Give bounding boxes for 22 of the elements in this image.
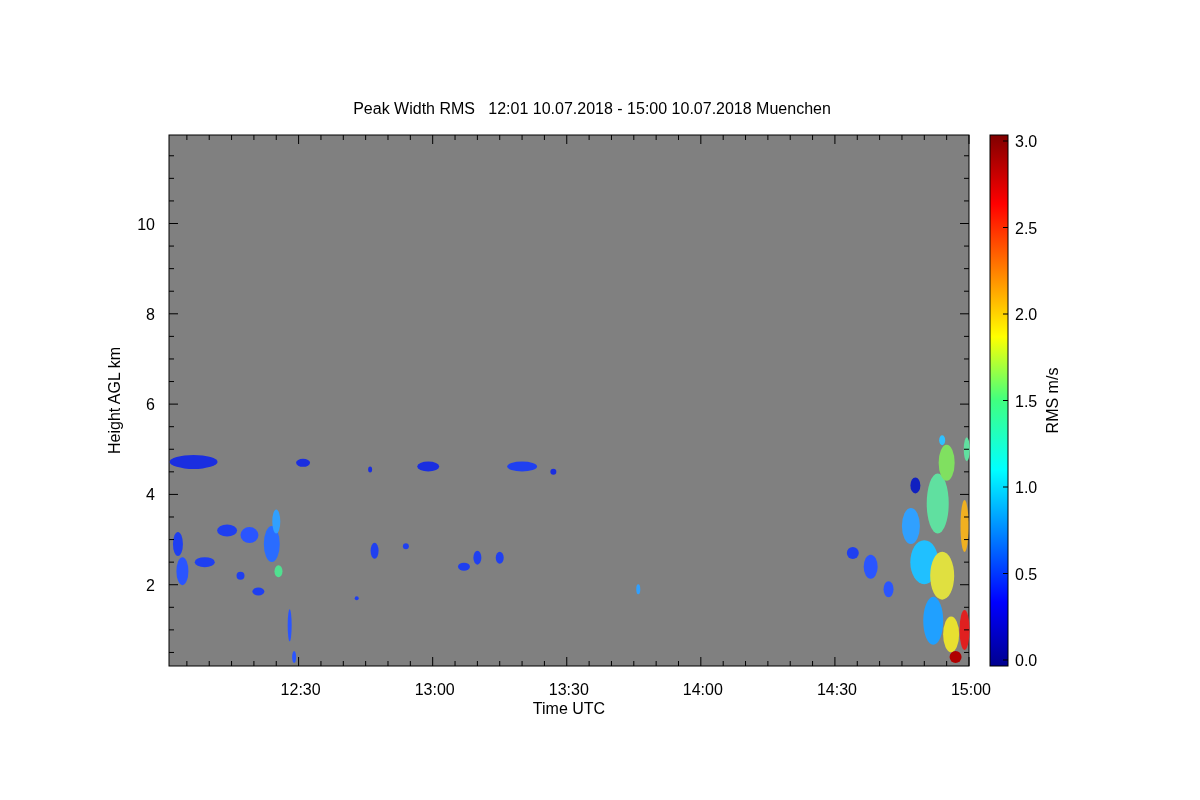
chart-title: Peak Width RMS 12:01 10.07.2018 - 15:00 10.07.2018 Muenchen: [353, 100, 831, 117]
colorbar-tick-label: 3.0: [1015, 133, 1038, 150]
y-tick-label: 8: [146, 305, 155, 323]
colorbar-tick-label: 1.5: [1015, 392, 1038, 410]
colorbar-tick-label: 2.0: [1015, 306, 1038, 323]
x-tick-label: 13:00: [414, 681, 455, 698]
x-tick-label: 12:30: [280, 681, 321, 698]
colorbar-tick-label: 0.0: [1015, 652, 1038, 669]
colorbar-tick-label: 1.0: [1015, 479, 1038, 496]
y-tick-label: 4: [146, 486, 155, 504]
y-tick-label: 6: [146, 396, 155, 414]
x-tick-label: 15:00: [951, 681, 991, 698]
x-axis-label: Time UTC: [532, 700, 606, 717]
colorbar-label: RMS m/s: [1044, 367, 1061, 434]
y-axis-label: Height AGL km: [106, 347, 123, 454]
x-tick-label: 14:00: [682, 681, 723, 698]
colorbar-tick-label: 0.5: [1015, 565, 1038, 583]
y-tick-label: 2: [146, 576, 155, 594]
colorbar-tick-label: 2.5: [1015, 219, 1038, 237]
x-tick-label: 13:30: [548, 681, 589, 698]
y-tick-label: 10: [137, 215, 155, 233]
x-tick-label: 14:30: [816, 681, 857, 698]
